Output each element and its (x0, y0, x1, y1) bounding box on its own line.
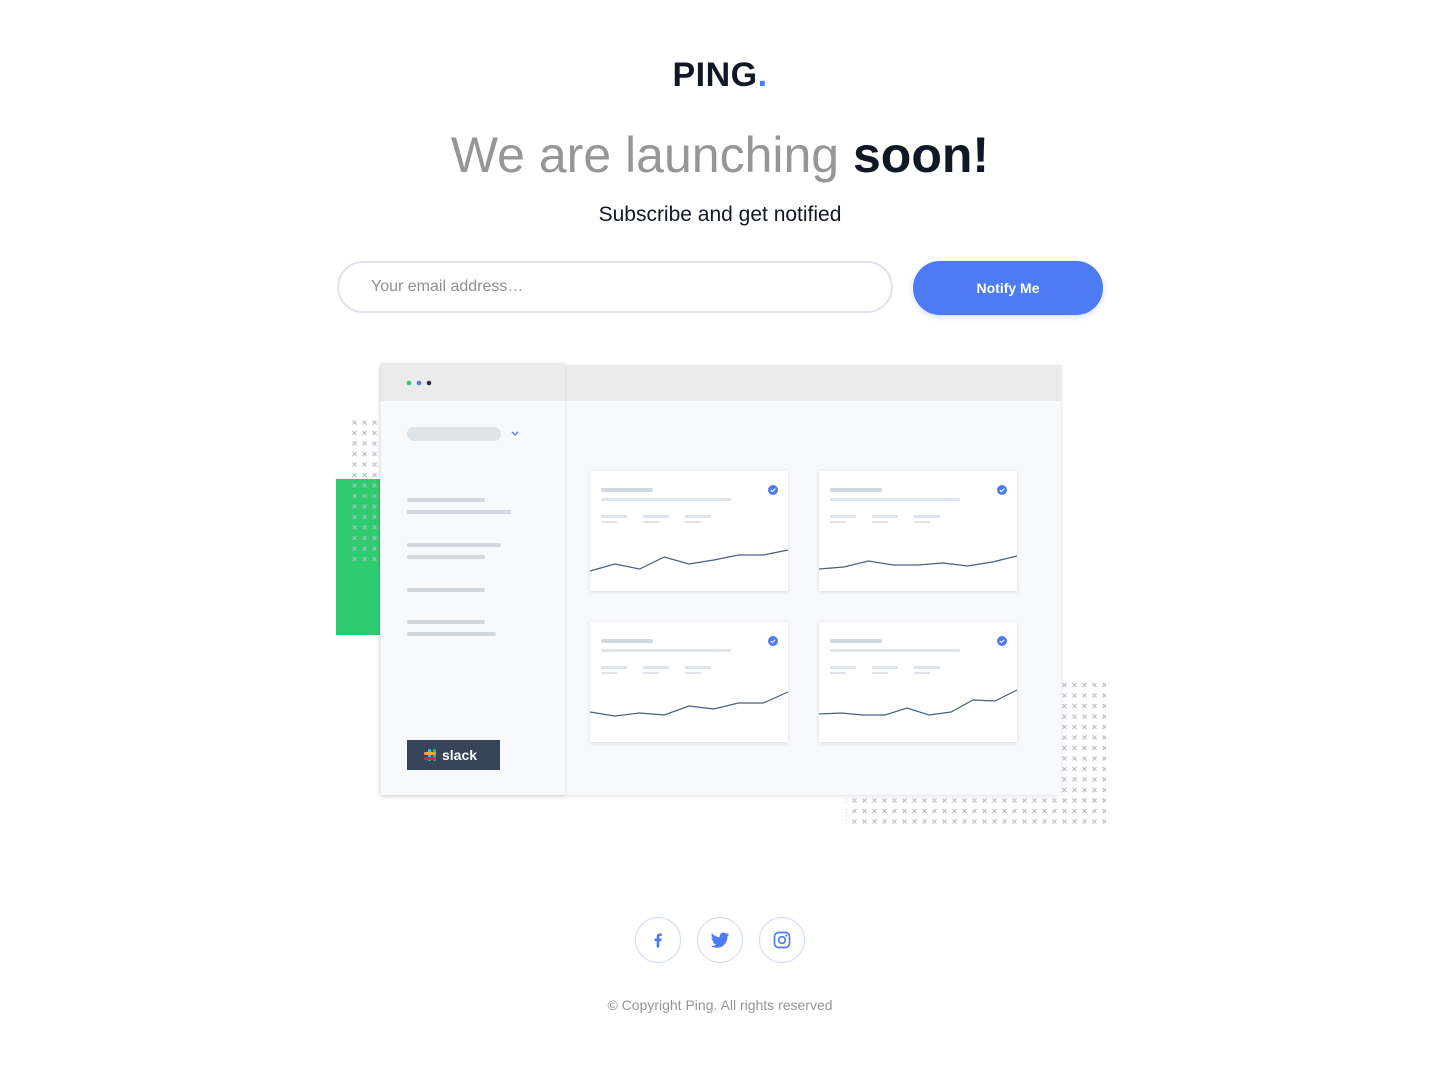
check-icon (768, 636, 778, 646)
sidebar-dot-dark (426, 380, 432, 386)
check-icon (997, 485, 1007, 495)
page-subtitle: Subscribe and get notified (598, 203, 842, 226)
card-subtitle-line (830, 498, 960, 501)
facebook-link[interactable] (635, 917, 681, 963)
sidebar-dropdown (407, 427, 501, 441)
card-title-line (830, 488, 882, 492)
card-title-line (601, 488, 653, 492)
email-field[interactable] (337, 261, 893, 313)
dashboard-illustration: slack (336, 363, 1106, 827)
right-x-pattern (1060, 681, 1106, 801)
title-light: We are launching (450, 127, 853, 183)
twitter-icon (710, 932, 730, 948)
card-subtitle-line (830, 649, 960, 652)
stat-card (818, 622, 1018, 742)
stat-card (818, 471, 1018, 591)
stat-card (589, 622, 789, 742)
brand-logo-dot: . (757, 56, 768, 94)
notify-me-button[interactable]: Notify Me (913, 261, 1103, 315)
brand-logo: PING. (0, 56, 1440, 95)
social-links (0, 917, 1440, 963)
sidebar-dot-blue (416, 380, 422, 386)
card-subtitle-line (601, 649, 731, 652)
check-icon (997, 636, 1007, 646)
facebook-icon (654, 933, 662, 948)
instagram-link[interactable] (759, 917, 805, 963)
copyright-text: © Copyright Ping. All rights reserved (607, 997, 833, 1013)
card-title-line (830, 639, 882, 643)
sidebar-dot-green (406, 380, 412, 386)
left-x-pattern (350, 417, 380, 563)
card-title-line (601, 639, 653, 643)
instagram-icon (773, 931, 791, 949)
stat-card (589, 471, 789, 591)
twitter-link[interactable] (697, 917, 743, 963)
brand-name: PING (672, 56, 758, 94)
title-bold: soon! (853, 127, 990, 183)
slack-label: slack (442, 747, 477, 763)
card-subtitle-line (601, 498, 731, 501)
page-title: We are launching soon! (0, 126, 1440, 184)
check-icon (768, 485, 778, 495)
